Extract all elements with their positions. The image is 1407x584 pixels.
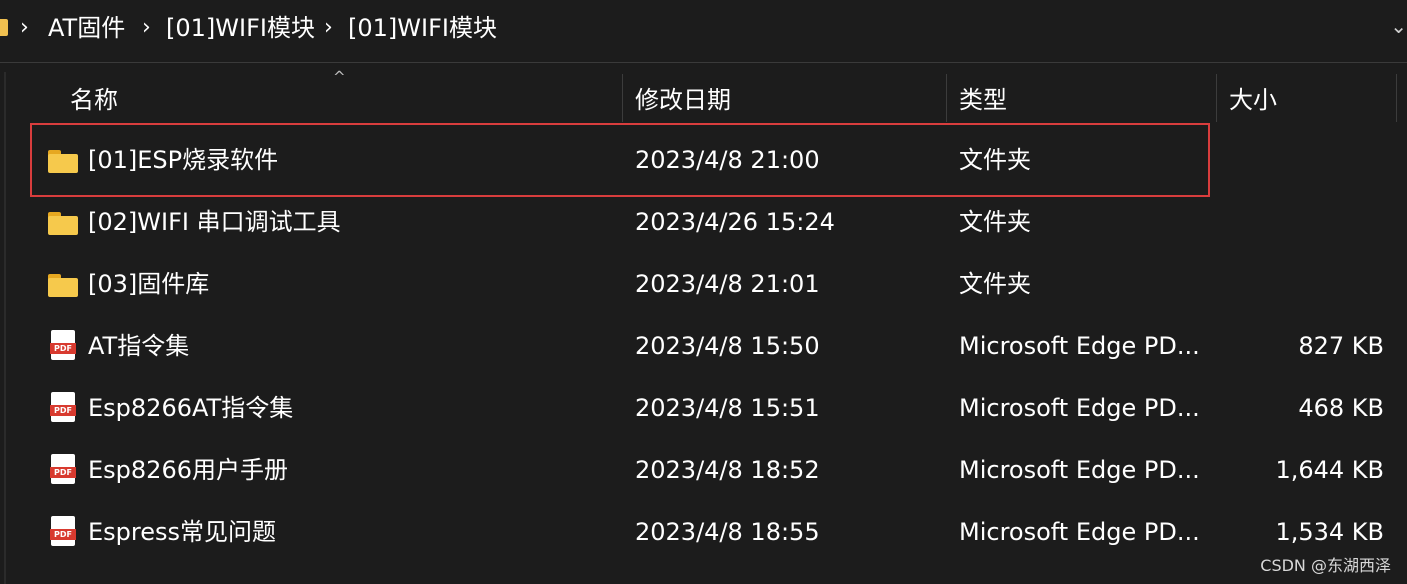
file-date: 2023/4/8 18:55 (635, 518, 820, 546)
column-resize-handle[interactable] (946, 74, 947, 122)
file-name: Esp8266AT指令集 (88, 394, 294, 422)
chevron-right-icon[interactable]: › (20, 12, 29, 44)
folder-icon (0, 19, 8, 36)
column-header-size[interactable]: 大小 (1229, 84, 1277, 116)
column-resize-handle[interactable] (622, 74, 623, 122)
file-row[interactable]: PDF Espress常见问题 2023/4/8 18:55 Microsoft… (30, 502, 1407, 564)
breadcrumb-item[interactable]: [01]WIFI模块 (166, 12, 315, 44)
pdf-icon: PDF (50, 392, 76, 422)
file-date: 2023/4/8 21:01 (635, 270, 820, 298)
chevron-right-icon[interactable]: › (324, 12, 333, 44)
file-row[interactable]: PDF Esp8266用户手册 2023/4/8 18:52 Microsoft… (30, 440, 1407, 502)
file-row[interactable]: [03]固件库 2023/4/8 21:01 文件夹 (30, 254, 1407, 316)
file-size: 468 KB (1298, 394, 1384, 422)
file-name: AT指令集 (88, 332, 190, 360)
file-size: 1,534 KB (1275, 518, 1384, 546)
column-resize-handle[interactable] (1396, 74, 1397, 122)
folder-icon (48, 274, 78, 297)
file-size: 1,644 KB (1275, 456, 1384, 484)
sort-ascending-icon: ^ (333, 68, 346, 86)
column-resize-handle[interactable] (1216, 74, 1217, 122)
file-type: Microsoft Edge PD... (959, 518, 1200, 546)
file-name: [02]WIFI 串口调试工具 (88, 208, 341, 236)
pdf-icon: PDF (50, 516, 76, 546)
file-size: 827 KB (1298, 332, 1384, 360)
file-date: 2023/4/8 15:51 (635, 394, 820, 422)
folder-icon (48, 212, 78, 235)
file-row[interactable]: [02]WIFI 串口调试工具 2023/4/26 15:24 文件夹 (30, 192, 1407, 254)
highlight-box (30, 123, 1210, 197)
chevron-right-icon[interactable]: › (142, 12, 151, 44)
file-date: 2023/4/26 15:24 (635, 208, 835, 236)
column-header-name[interactable]: 名称 (70, 84, 118, 116)
pdf-icon: PDF (50, 330, 76, 360)
file-name: Espress常见问题 (88, 518, 277, 546)
column-header-date[interactable]: 修改日期 (635, 84, 731, 116)
breadcrumb-item[interactable]: [01]WIFI模块 (348, 12, 497, 44)
file-type: Microsoft Edge PD... (959, 456, 1200, 484)
file-name: [03]固件库 (88, 270, 210, 298)
file-type: Microsoft Edge PD... (959, 332, 1200, 360)
column-header-type[interactable]: 类型 (959, 84, 1007, 116)
watermark: CSDN @东湖西泽 (1260, 556, 1391, 575)
address-bar[interactable]: › AT固件 › [01]WIFI模块 › [01]WIFI模块 ⌄ (0, 0, 1407, 58)
file-name: Esp8266用户手册 (88, 456, 288, 484)
file-type: 文件夹 (959, 208, 1031, 236)
breadcrumb-item[interactable]: AT固件 (48, 12, 125, 44)
file-type: Microsoft Edge PD... (959, 394, 1200, 422)
divider (0, 62, 1407, 63)
file-type: 文件夹 (959, 270, 1031, 298)
file-row[interactable]: PDF AT指令集 2023/4/8 15:50 Microsoft Edge … (30, 316, 1407, 378)
file-row[interactable]: PDF Esp8266AT指令集 2023/4/8 15:51 Microsof… (30, 378, 1407, 440)
divider (4, 72, 6, 584)
file-date: 2023/4/8 15:50 (635, 332, 820, 360)
pdf-icon: PDF (50, 454, 76, 484)
column-header-row: ^ 名称 修改日期 类型 大小 (0, 68, 1407, 122)
chevron-down-icon[interactable]: ⌄ (1390, 14, 1407, 38)
file-date: 2023/4/8 18:52 (635, 456, 820, 484)
